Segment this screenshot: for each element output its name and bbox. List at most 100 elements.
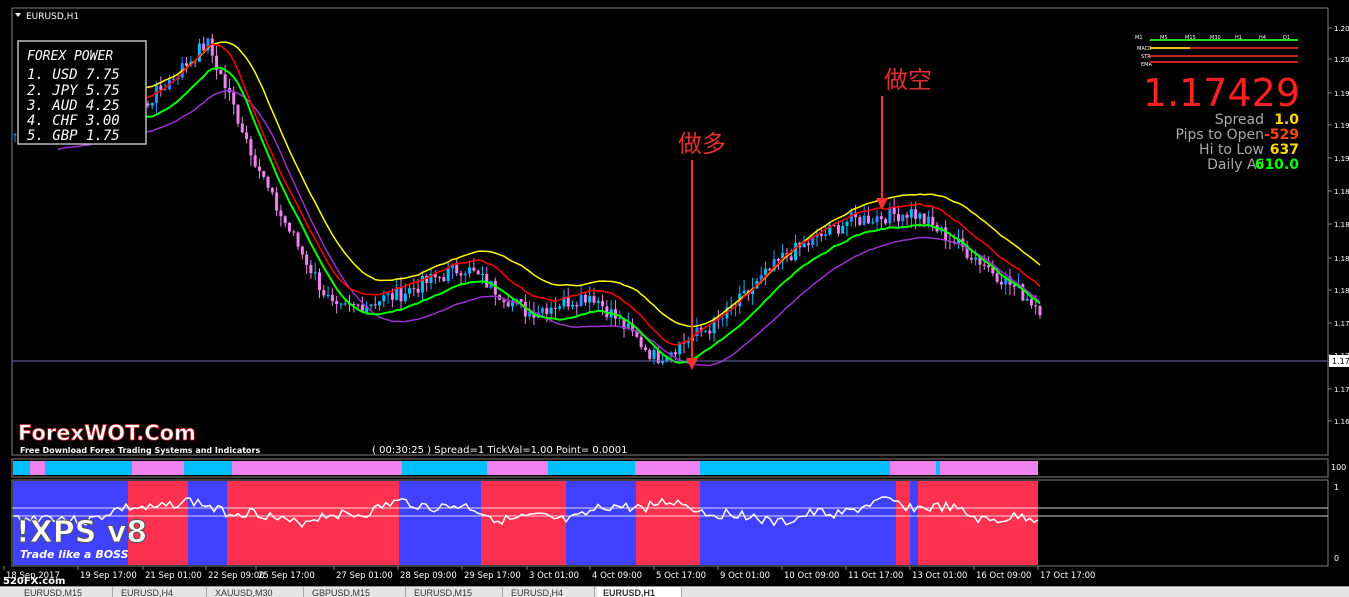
- osc-segment: [399, 481, 481, 565]
- long-label: 做多: [678, 130, 726, 158]
- candle-body: [519, 299, 523, 302]
- time-axis-label: 28 Sep 09:00: [400, 571, 457, 581]
- time-axis-label: 13 Oct 01:00: [912, 571, 967, 581]
- info-label: Pips to Open: [1175, 127, 1264, 143]
- candle-body: [249, 139, 253, 156]
- osc-segment: [700, 481, 896, 565]
- trend-segment: [132, 461, 184, 475]
- candle-body: [330, 294, 334, 302]
- candle-body: [223, 74, 227, 88]
- candle-body: [480, 274, 484, 276]
- time-axis-label: 27 Sep 01:00: [336, 571, 393, 581]
- price-axis-label: 1.18: [1334, 188, 1349, 196]
- candle-body: [236, 104, 240, 124]
- candle-body: [922, 213, 926, 224]
- candle-body: [545, 308, 549, 314]
- current-price-tag-label: 1.17: [1332, 357, 1349, 366]
- candle-body: [571, 304, 575, 307]
- candle-body: [219, 69, 223, 75]
- osc-segment: [636, 481, 700, 565]
- info-value: 1.0: [1274, 112, 1299, 128]
- candle-body: [420, 275, 424, 293]
- forex-power-item: 1. USD 7.75: [27, 67, 120, 83]
- forex-power-item: 4. CHF 3.00: [27, 113, 120, 129]
- price-axis-label: 1.18: [1334, 287, 1349, 295]
- candle-body: [888, 207, 892, 224]
- price-axis-label: 1.16: [1334, 418, 1349, 426]
- candle-body: [283, 216, 287, 223]
- chart-canvas[interactable]: EURUSD,H1 FOREX POWER 1. USD 7.75 2. JPY…: [0, 0, 1349, 587]
- candle-body: [862, 215, 866, 225]
- trend-segment: [700, 461, 890, 475]
- candle-body: [1038, 306, 1042, 316]
- price-axis-label: 1.19: [1334, 155, 1349, 163]
- candle-body: [575, 304, 579, 307]
- candle-body: [601, 300, 605, 307]
- candle-body: [583, 294, 587, 303]
- candle-body: [914, 209, 918, 219]
- time-axis-label: 19 Sep 17:00: [80, 571, 137, 581]
- trend-segment: [45, 461, 132, 475]
- chart-symbol-title: EURUSD,H1: [26, 12, 79, 22]
- xps-tagline: Trade like a BOSS: [20, 548, 129, 561]
- candle-body: [999, 281, 1003, 285]
- candle-body: [322, 290, 326, 296]
- time-axis-label: 25 Sep 17:00: [258, 571, 315, 581]
- candle-body: [253, 155, 257, 167]
- candle-body: [566, 297, 570, 307]
- candle-body: [879, 216, 883, 220]
- candle-body: [150, 103, 154, 106]
- trend-segment: [184, 461, 232, 475]
- info-value: -529: [1264, 127, 1299, 143]
- candle-body: [841, 225, 845, 234]
- candle-body: [339, 303, 343, 305]
- candle-body: [806, 243, 810, 246]
- time-axis-label: 17 Oct 17:00: [1040, 571, 1095, 581]
- candle-body: [969, 257, 973, 260]
- candle-body: [403, 293, 407, 302]
- forex-power-panel: FOREX POWER 1. USD 7.75 2. JPY 5.75 3. A…: [17, 40, 147, 145]
- candle-body: [502, 299, 506, 303]
- candle-body: [1029, 299, 1033, 306]
- candle-body: [382, 295, 386, 302]
- candle-body: [270, 187, 274, 193]
- candle-body: [819, 233, 823, 236]
- time-axis-label: 16 Oct 09:00: [976, 571, 1031, 581]
- candle-body: [13, 134, 17, 136]
- candle-body: [1025, 299, 1029, 301]
- price-axis-label: 1.19: [1334, 90, 1349, 98]
- candle-body: [541, 308, 545, 313]
- candle-body: [905, 214, 909, 218]
- candle-body: [673, 352, 677, 355]
- tf-label: M1: [1135, 35, 1143, 41]
- candle-body: [1034, 305, 1038, 307]
- trend-segment: [936, 461, 940, 475]
- candle-body: [463, 273, 467, 276]
- candle-body: [652, 349, 656, 359]
- candle-body: [468, 267, 472, 274]
- trend-segment: [232, 461, 402, 475]
- candle-body: [896, 214, 900, 222]
- forex-power-title: FOREX POWER: [27, 49, 113, 64]
- candle-body: [472, 267, 476, 271]
- candle-body: [240, 123, 244, 133]
- candle-body: [987, 265, 991, 268]
- candle-body: [995, 273, 999, 282]
- ind-label: STR: [1141, 54, 1151, 60]
- candle-body: [438, 277, 442, 279]
- candle-body: [292, 231, 296, 233]
- osc-segment: [566, 481, 636, 565]
- chart-window[interactable]: EURUSD,H1 FOREX POWER 1. USD 7.75 2. JPY…: [0, 0, 1349, 587]
- xps-logo: !XPS v8: [16, 515, 147, 550]
- time-axis-label: 22 Sep 09:00: [208, 571, 265, 581]
- candle-body: [232, 92, 236, 105]
- candle-body: [335, 301, 339, 305]
- chart-tab-bar: EURUSD,M15 EURUSD,H4 XAUUSD,M30 GBPUSD,M15 E…: [0, 586, 1349, 597]
- oscillator-background: [13, 481, 1038, 565]
- candle-body: [802, 243, 806, 248]
- candle-body: [356, 304, 360, 306]
- candle-body: [266, 176, 270, 188]
- candle-body: [703, 330, 707, 332]
- candle-body: [794, 242, 798, 261]
- osc-segment: [910, 481, 918, 565]
